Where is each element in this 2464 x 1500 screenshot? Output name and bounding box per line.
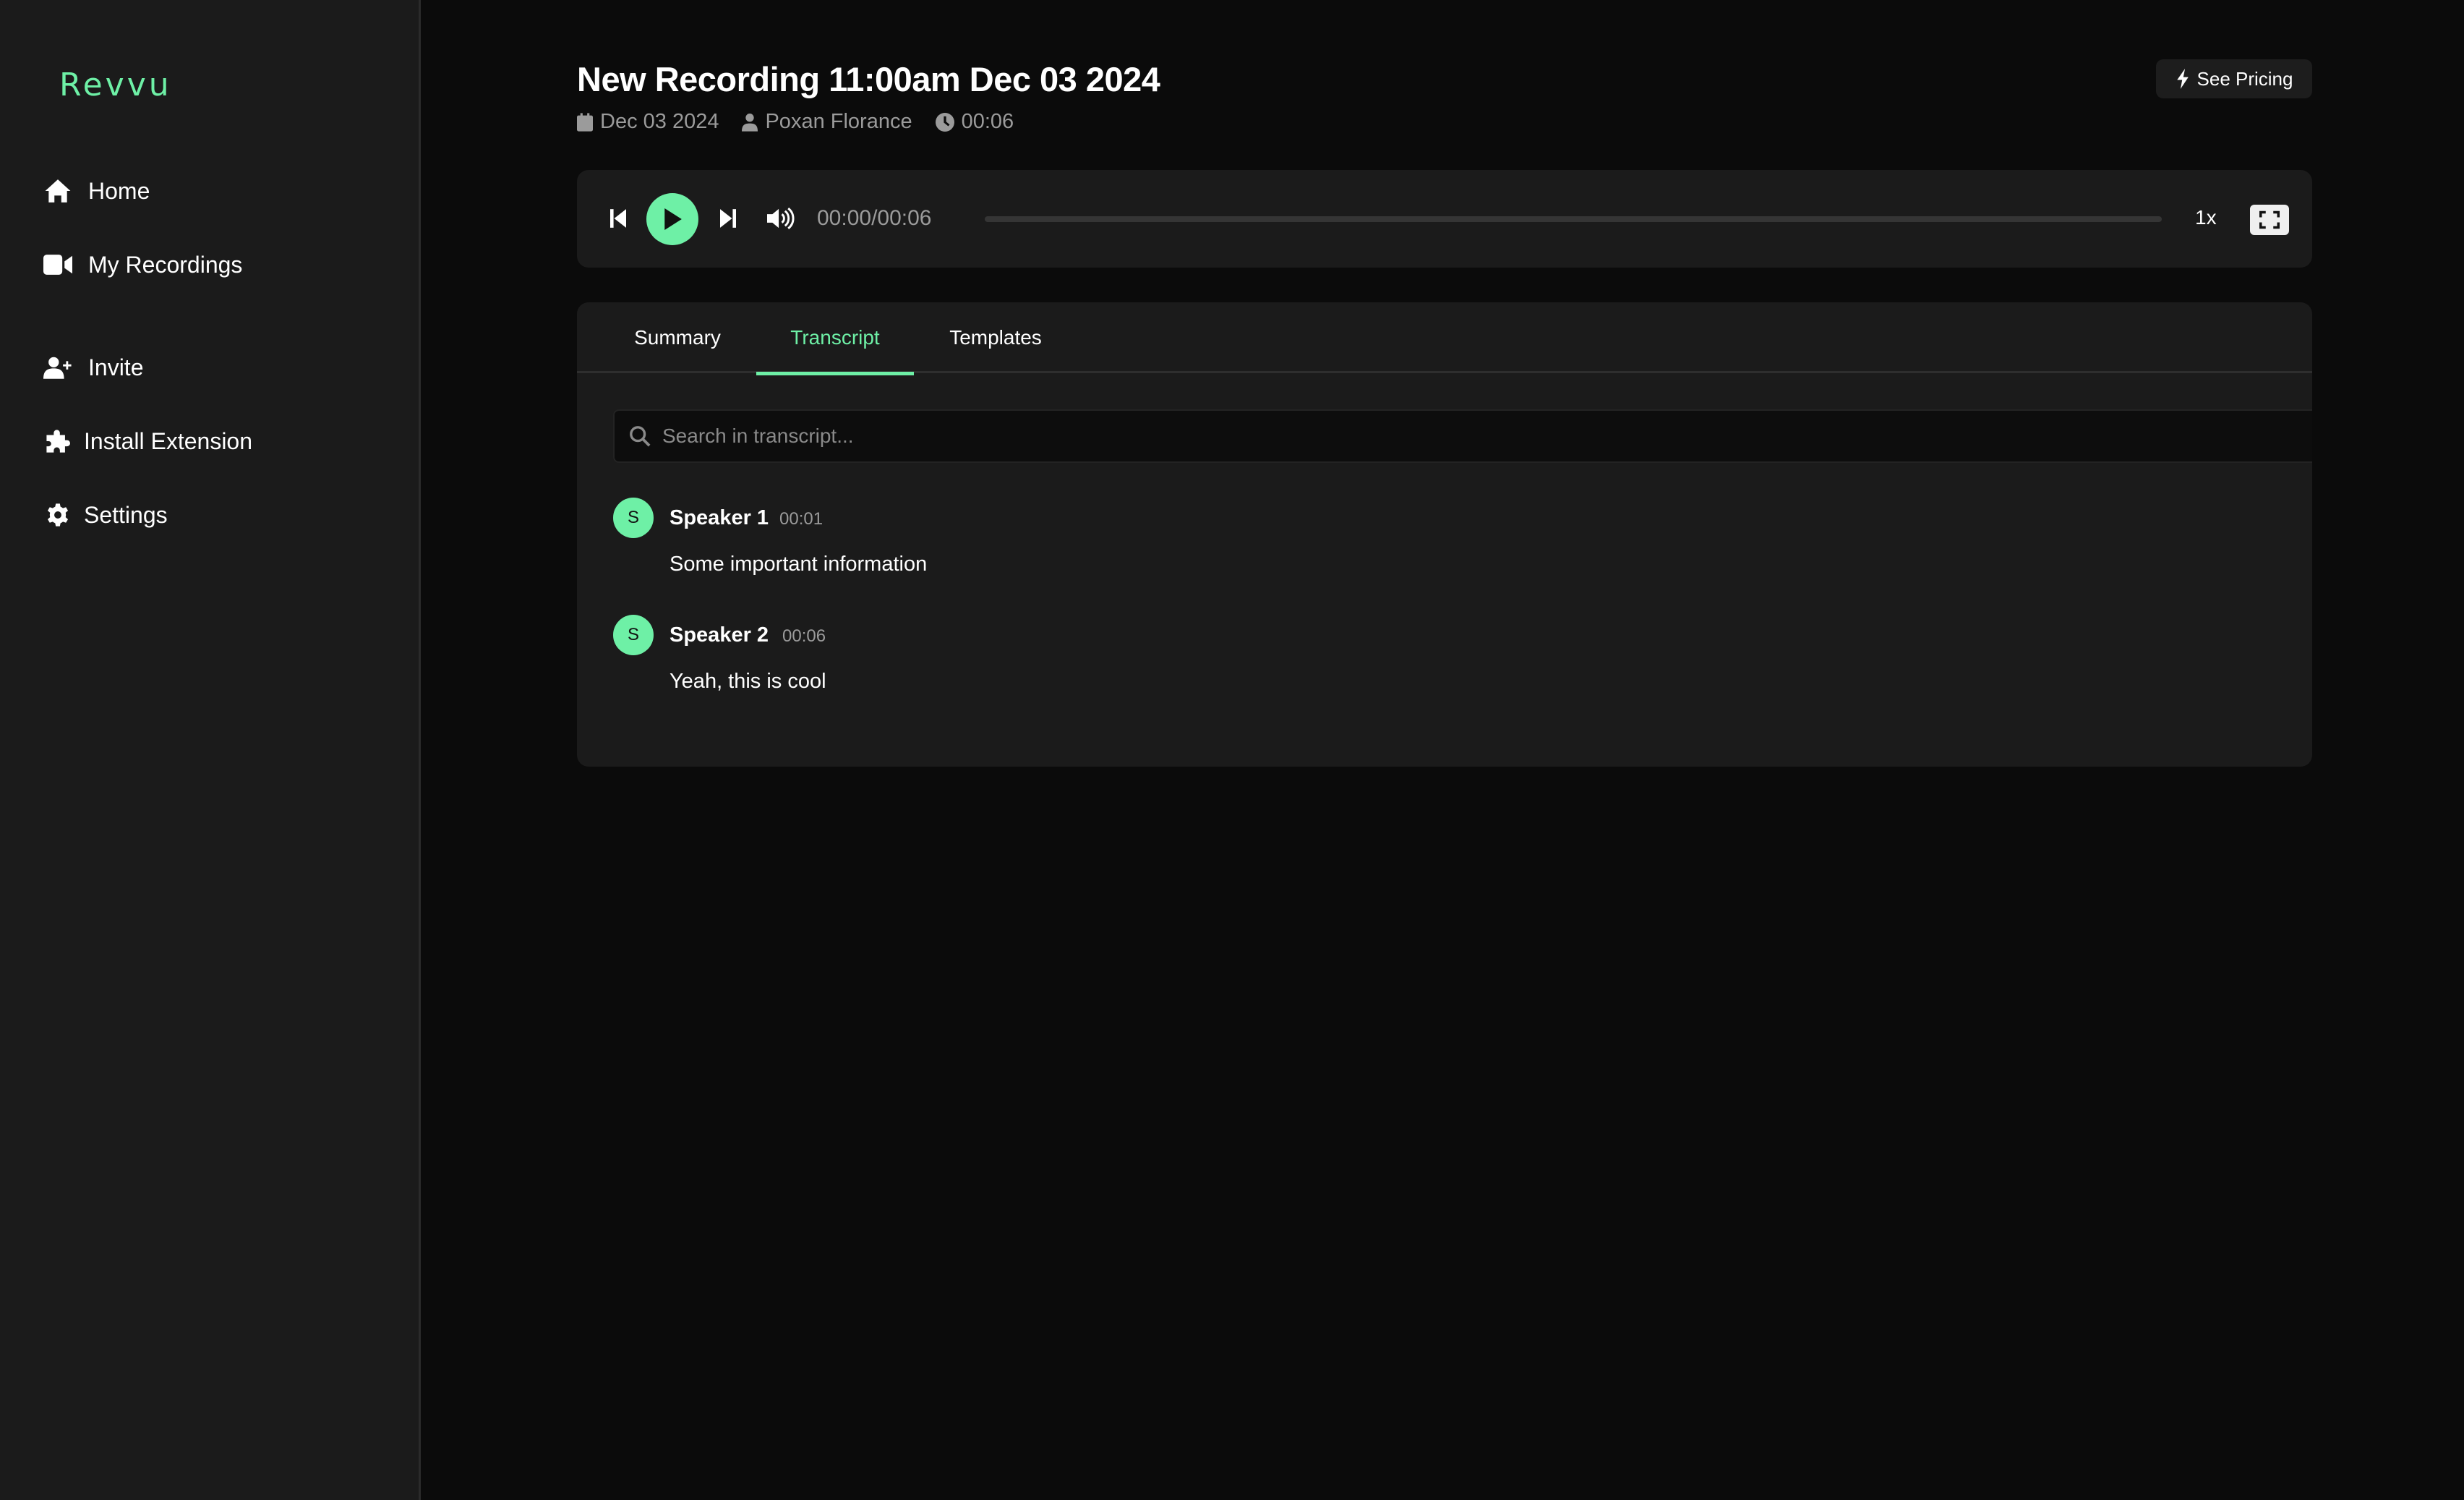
page-title: New Recording 11:00am Dec 03 2024	[577, 60, 1160, 98]
sidebar: Revvu Home My Recordings Invite Install …	[0, 0, 421, 1500]
recording-meta: Dec 03 2024 Poxan Florance 00:06	[577, 110, 1037, 134]
volume-button[interactable]	[766, 206, 795, 231]
sidebar-item-invite[interactable]: Invite	[43, 346, 143, 389]
transcript-search	[613, 409, 2312, 463]
gear-icon	[43, 500, 72, 529]
tab-templates[interactable]: Templates	[938, 302, 1053, 373]
sidebar-item-label: Invite	[88, 354, 144, 380]
speaker-name: Speaker 1	[670, 506, 769, 529]
entry-text: Yeah, this is cool	[670, 670, 826, 693]
meta-date-text: Dec 03 2024	[600, 110, 719, 133]
speaker-avatar: S	[613, 498, 654, 538]
playback-speed-button[interactable]: 1x	[2195, 206, 2217, 229]
skip-back-icon	[610, 209, 626, 228]
sidebar-item-my-recordings[interactable]: My Recordings	[43, 243, 242, 286]
speaker-name: Speaker 2	[670, 623, 769, 647]
tab-bar: Summary Transcript Templates	[577, 302, 2312, 375]
meta-duration: 00:06	[935, 110, 1014, 134]
puzzle-piece-icon	[43, 427, 72, 456]
user-icon	[742, 113, 758, 132]
meta-duration-text: 00:06	[961, 110, 1014, 133]
sidebar-item-home[interactable]: Home	[43, 169, 150, 213]
play-button[interactable]	[646, 193, 698, 245]
search-icon	[630, 426, 651, 447]
clock-icon	[935, 112, 954, 132]
tab-transcript[interactable]: Transcript	[756, 302, 914, 375]
user-plus-icon	[43, 353, 72, 382]
home-icon	[43, 176, 72, 205]
speaker-avatar: S	[613, 615, 654, 655]
meta-author: Poxan Florance	[742, 110, 912, 134]
lightning-bolt-icon	[2176, 69, 2189, 89]
volume-icon	[767, 208, 795, 229]
entry-text: Some important information	[670, 553, 928, 576]
skip-back-button[interactable]	[607, 208, 629, 229]
tab-summary[interactable]: Summary	[620, 302, 735, 373]
fullscreen-button[interactable]	[2250, 205, 2289, 235]
sidebar-item-label: My Recordings	[88, 251, 243, 278]
sidebar-item-label: Settings	[84, 501, 168, 528]
audio-player: 00:00/00:06 1x	[577, 170, 2312, 268]
calendar-icon	[577, 112, 593, 132]
content-card: Summary Transcript Templates S Speaker 1…	[577, 302, 2312, 767]
skip-forward-button[interactable]	[717, 208, 739, 229]
meta-date: Dec 03 2024	[577, 110, 719, 134]
time-readout: 00:00/00:06	[817, 206, 932, 230]
sidebar-item-label: Install Extension	[84, 427, 253, 454]
entry-timestamp[interactable]: 00:01	[779, 509, 823, 529]
sidebar-item-install-extension[interactable]: Install Extension	[43, 419, 252, 463]
see-pricing-button[interactable]: See Pricing	[2156, 59, 2312, 98]
transcript-search-input[interactable]	[662, 425, 2253, 448]
meta-author-text: Poxan Florance	[765, 110, 912, 133]
progress-bar[interactable]	[985, 216, 2162, 222]
fullscreen-icon	[2259, 210, 2280, 229]
play-icon	[664, 208, 682, 230]
see-pricing-label: See Pricing	[2196, 67, 2293, 90]
video-camera-icon	[43, 250, 72, 279]
entry-timestamp[interactable]: 00:06	[782, 626, 826, 647]
sidebar-item-label: Home	[88, 177, 150, 204]
sidebar-item-settings[interactable]: Settings	[43, 493, 168, 537]
logo[interactable]: Revvu	[59, 67, 172, 103]
skip-forward-icon	[720, 209, 736, 228]
